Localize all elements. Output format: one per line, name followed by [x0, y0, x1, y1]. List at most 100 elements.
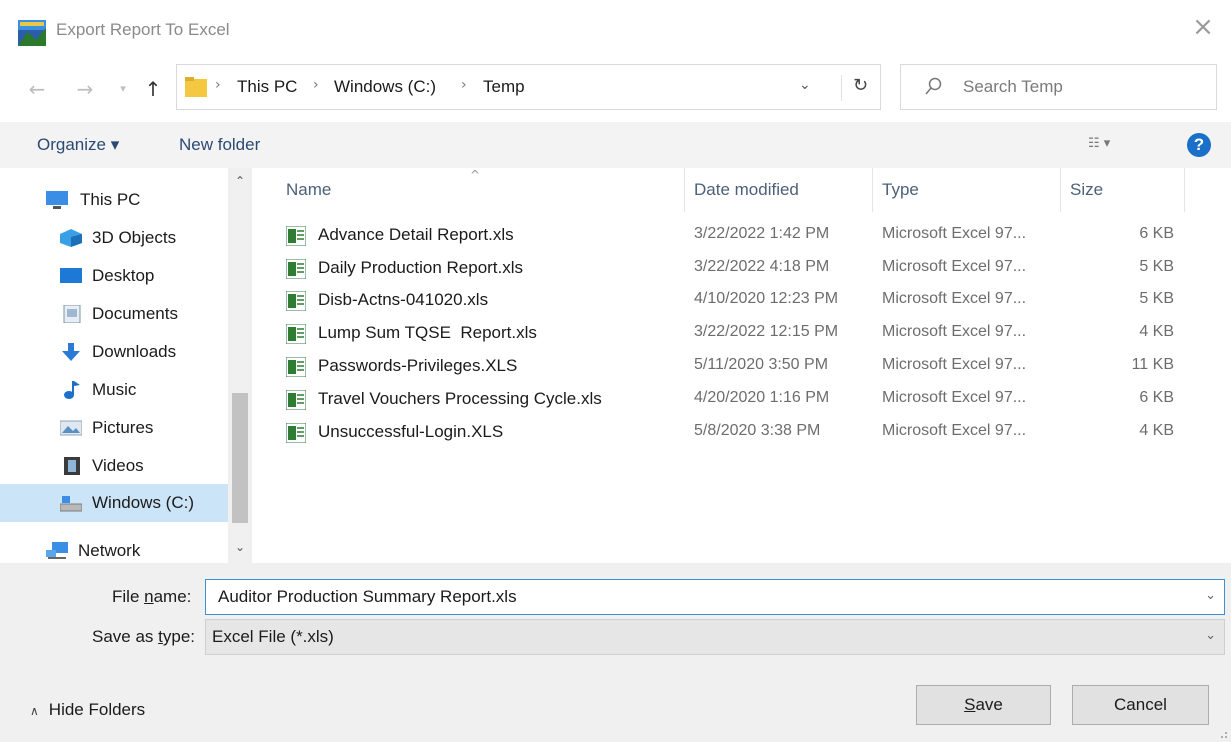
search-box[interactable]: Search Temp	[900, 64, 1217, 110]
scroll-up-icon[interactable]: ⌃	[228, 174, 252, 188]
nav-item-downloads[interactable]: Downloads	[0, 333, 228, 371]
nav-item-desktop[interactable]: Desktop	[0, 257, 228, 295]
help-icon[interactable]: ?	[1187, 133, 1211, 157]
nav-item-videos[interactable]: Videos	[0, 447, 228, 485]
file-name: Lump Sum TQSE Report.xls	[318, 323, 537, 342]
download-arrow-icon	[62, 343, 80, 361]
scrollbar-thumb[interactable]	[232, 393, 248, 523]
picture-icon	[60, 420, 82, 436]
column-header-type[interactable]: Type	[882, 180, 919, 200]
chevron-down-icon[interactable]: ⌄	[1205, 588, 1216, 603]
drive-icon	[60, 496, 82, 512]
save-mnemonic: S	[964, 695, 976, 714]
monitor-icon	[46, 191, 68, 209]
file-name: Unsuccessful-Login.XLS	[318, 422, 504, 441]
nav-label: Desktop	[92, 266, 155, 285]
nav-item-windows-c[interactable]: Windows (C:)	[0, 484, 228, 522]
forward-arrow-icon[interactable]: →	[72, 76, 98, 102]
chevron-down-icon[interactable]: ⌄	[1205, 628, 1216, 643]
nav-item-this-pc[interactable]: This PC	[0, 181, 228, 219]
nav-label: Videos	[92, 456, 144, 475]
file-type: Microsoft Excel 97...	[882, 422, 1027, 439]
breadcrumb-separator-icon: ›	[215, 77, 221, 93]
back-arrow-icon[interactable]: ←	[24, 76, 50, 102]
file-row[interactable]: Advance Detail Report.xls 3/22/2022 1:42…	[280, 219, 1210, 251]
column-header-date[interactable]: Date modified	[694, 180, 799, 200]
breadcrumb-separator-icon: ›	[313, 77, 319, 93]
resize-grip-icon[interactable]	[1216, 727, 1228, 739]
column-divider[interactable]	[684, 168, 685, 212]
excel-file-icon	[286, 291, 306, 311]
music-note-icon	[64, 381, 80, 399]
breadcrumb-temp[interactable]: Temp	[483, 77, 525, 97]
file-name-label: File name:	[112, 587, 191, 607]
label-part: Save as	[92, 627, 159, 646]
file-date: 4/10/2020 12:23 PM	[694, 290, 839, 307]
file-row[interactable]: Lump Sum TQSE Report.xls 3/22/2022 12:15…	[280, 317, 1210, 349]
desktop-icon	[60, 268, 82, 283]
file-date: 3/22/2022 12:15 PM	[694, 323, 839, 340]
file-type: Microsoft Excel 97...	[882, 323, 1027, 340]
file-size: 4 KB	[1139, 422, 1174, 439]
file-row[interactable]: Passwords-Privileges.XLS 5/11/2020 3:50 …	[280, 350, 1210, 382]
document-icon	[63, 305, 81, 323]
search-input[interactable]: Search Temp	[963, 77, 1063, 97]
close-icon[interactable]: ×	[1191, 14, 1215, 40]
nav-item-documents[interactable]: Documents	[0, 295, 228, 333]
excel-file-icon	[286, 259, 306, 279]
file-size: 6 KB	[1139, 389, 1174, 406]
file-type: Microsoft Excel 97...	[882, 389, 1027, 406]
file-size: 5 KB	[1139, 290, 1174, 307]
breadcrumb-windows-c[interactable]: Windows (C:)	[334, 77, 436, 97]
file-type: Microsoft Excel 97...	[882, 290, 1027, 307]
view-options-icon[interactable]: ☷ ▾	[1088, 136, 1132, 156]
save-button[interactable]: Save	[916, 685, 1051, 725]
file-name: Passwords-Privileges.XLS	[318, 356, 518, 375]
new-folder-button[interactable]: New folder	[179, 135, 260, 155]
chevron-up-icon: ∧	[30, 704, 39, 718]
scroll-down-icon[interactable]: ⌄	[228, 540, 252, 554]
nav-scrollbar[interactable]: ⌃ ⌄	[228, 168, 252, 563]
file-name-field[interactable]: Auditor Production Summary Report.xls ⌄	[205, 579, 1225, 615]
nav-label: Network	[78, 541, 141, 560]
organize-button[interactable]: Organize ▾	[37, 135, 119, 155]
file-size: 5 KB	[1139, 258, 1174, 275]
label-mnemonic: n	[144, 587, 154, 606]
nav-item-3d-objects[interactable]: 3D Objects	[0, 219, 228, 257]
nav-label: This PC	[80, 190, 141, 209]
column-divider[interactable]	[1184, 168, 1185, 212]
file-row[interactable]: Daily Production Report.xls 3/22/2022 4:…	[280, 252, 1210, 284]
nav-item-pictures[interactable]: Pictures	[0, 409, 228, 447]
search-icon	[925, 77, 942, 95]
hide-folders-label: Hide Folders	[48, 700, 146, 719]
save-as-type-select[interactable]: Excel File (*.xls) ⌄	[205, 619, 1225, 655]
cube-icon	[60, 229, 82, 247]
save-options-pane: File name: Auditor Production Summary Re…	[0, 563, 1231, 742]
cancel-button[interactable]: Cancel	[1072, 685, 1209, 725]
column-divider[interactable]	[1060, 168, 1061, 212]
address-bar[interactable]: › This PC › Windows (C:) › Temp ⌄ ↻	[176, 64, 881, 110]
label-part: ame:	[153, 587, 192, 606]
file-date: 3/22/2022 4:18 PM	[694, 258, 830, 275]
file-name-value[interactable]: Auditor Production Summary Report.xls	[218, 587, 517, 607]
film-icon	[64, 457, 80, 475]
network-icon	[46, 542, 68, 559]
file-date: 4/20/2020 1:16 PM	[694, 389, 830, 406]
file-row[interactable]: Travel Vouchers Processing Cycle.xls 4/2…	[280, 383, 1210, 415]
hide-folders-button[interactable]: ∧ Hide Folders	[30, 700, 145, 720]
file-row[interactable]: Unsuccessful-Login.XLS 5/8/2020 3:38 PM …	[280, 416, 1210, 448]
address-dropdown-icon[interactable]: ⌄	[799, 77, 811, 93]
file-row[interactable]: Disb-Actns-041020.xls 4/10/2020 12:23 PM…	[280, 284, 1210, 316]
recent-locations-chevron-icon[interactable]: ▾	[110, 76, 136, 102]
save-as-type-value: Excel File (*.xls)	[212, 627, 334, 646]
up-arrow-icon[interactable]: ↑	[140, 76, 166, 102]
refresh-icon[interactable]: ↻	[841, 75, 879, 101]
file-date: 5/11/2020 3:50 PM	[694, 356, 829, 373]
nav-item-music[interactable]: Music	[0, 371, 228, 409]
column-header-name[interactable]: Name	[286, 180, 331, 200]
title-bar: Export Report To Excel ×	[0, 0, 1231, 62]
excel-file-icon	[286, 357, 306, 377]
column-divider[interactable]	[872, 168, 873, 212]
breadcrumb-this-pc[interactable]: This PC	[237, 77, 297, 97]
column-header-size[interactable]: Size	[1070, 180, 1103, 200]
